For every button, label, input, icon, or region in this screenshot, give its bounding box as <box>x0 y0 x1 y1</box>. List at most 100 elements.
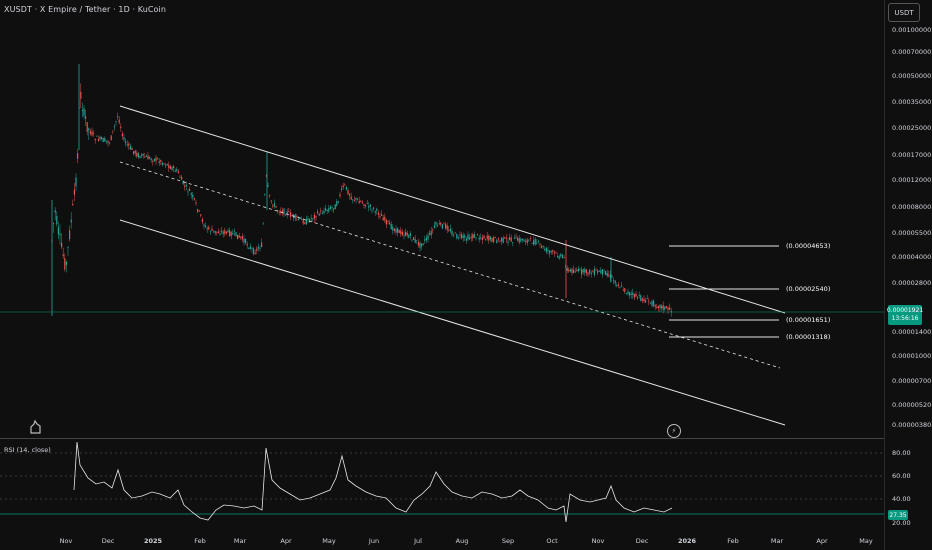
candle-body <box>235 232 237 237</box>
price-tick-label: 0.00070000 <box>892 48 932 56</box>
channel-upper-line <box>119 105 786 314</box>
candle-body <box>475 237 477 239</box>
candle-body <box>117 116 119 118</box>
candle-body <box>616 285 618 286</box>
tradingview-logo-icon[interactable] <box>28 418 46 436</box>
candle-body <box>160 160 162 162</box>
candle-body <box>622 289 624 291</box>
candle-body <box>240 236 242 238</box>
candle-body <box>624 288 626 292</box>
candle-body <box>285 214 287 216</box>
candle-body <box>469 237 471 240</box>
price-chart-canvas[interactable] <box>0 0 932 550</box>
candle-body <box>171 166 173 171</box>
current-price-tag: 0.00001921 13:56:16 <box>887 305 923 325</box>
candle-body <box>339 194 341 197</box>
candle-body <box>587 272 589 275</box>
lightning-icon[interactable]: ⚡ <box>667 424 681 438</box>
candle-body <box>158 161 160 164</box>
candle-body <box>363 204 365 206</box>
candle-body <box>313 214 315 219</box>
candle-body <box>118 119 120 123</box>
candle-body <box>384 216 386 221</box>
candle-body <box>361 202 363 204</box>
candle-body <box>465 238 467 241</box>
candle-body <box>413 237 415 240</box>
candle-body <box>446 225 448 230</box>
candle-body <box>555 251 557 253</box>
candle-body <box>617 284 619 286</box>
candle-body <box>582 269 584 273</box>
candle-body <box>405 231 407 236</box>
candle-body <box>126 143 128 145</box>
candle-body <box>569 269 571 272</box>
candle-body <box>121 133 123 137</box>
candle-body <box>424 239 426 241</box>
price-tick-label: 0.00000700 <box>892 377 932 385</box>
candle-body <box>253 248 255 255</box>
candle-body <box>521 238 523 240</box>
candle-body <box>326 209 328 211</box>
time-tick-label: Nov <box>591 537 605 545</box>
candle-body <box>513 238 515 239</box>
candle-body <box>661 305 663 309</box>
time-tick-label: Sep <box>501 537 515 545</box>
candle-body <box>630 293 632 295</box>
candle-body <box>547 250 549 251</box>
currency-button[interactable]: USDT <box>888 3 920 22</box>
candle-body <box>123 137 125 140</box>
candle-body <box>133 151 135 154</box>
candle-body <box>75 177 77 187</box>
candle-body <box>373 207 375 209</box>
candle-body <box>454 232 456 234</box>
rsi-line <box>73 441 673 523</box>
candle-body <box>597 270 599 273</box>
candle-body <box>275 205 277 208</box>
candle-body <box>56 216 58 225</box>
candle-body <box>193 198 195 200</box>
candle-body <box>176 169 178 171</box>
candle-body <box>152 161 154 163</box>
candle-body <box>497 238 499 240</box>
candle-body <box>440 222 442 225</box>
candle-body <box>448 230 450 231</box>
candle-body <box>507 241 509 243</box>
candle-body <box>429 233 431 235</box>
price-tick-label: 0.00001000 <box>892 352 932 360</box>
time-tick-label: Feb <box>727 537 739 545</box>
candle-body <box>166 163 168 166</box>
candle-body <box>366 202 368 204</box>
price-tick-label: 0.00025000 <box>892 124 932 132</box>
candle-body <box>248 248 250 249</box>
candle-body <box>109 142 111 144</box>
candle-body <box>224 230 226 234</box>
pane-divider[interactable] <box>0 438 884 439</box>
candle-body <box>237 234 239 240</box>
candle-body <box>369 204 371 207</box>
candle-body <box>104 138 106 142</box>
candle-body <box>110 135 112 141</box>
candle-body <box>552 250 554 252</box>
candle-body <box>200 214 202 216</box>
time-tick-label: 2025 <box>143 537 163 545</box>
candle-body <box>489 236 491 240</box>
candle-body <box>318 213 320 216</box>
candle-body <box>73 189 75 195</box>
candle-body <box>438 223 440 225</box>
candle-body <box>456 233 458 239</box>
price-tick-label: 0.00008000 <box>892 203 932 211</box>
candle-body <box>374 211 376 213</box>
candle-body <box>197 209 199 212</box>
candle-body <box>568 269 570 272</box>
candle-body <box>477 234 479 235</box>
candle-body <box>350 196 352 200</box>
candle-body <box>61 242 63 248</box>
rsi-title[interactable]: RSI (14, close) <box>4 446 51 454</box>
time-tick-label: Feb <box>194 537 206 545</box>
price-tick-label: 0.00001400 <box>892 328 932 336</box>
candle-body <box>208 227 210 230</box>
candle-body <box>261 242 263 248</box>
candle-body <box>328 208 330 212</box>
candle-body <box>89 131 91 134</box>
chart-root[interactable]: XUSDT · X Empire / Tether · 1D · KuCoin … <box>0 0 932 550</box>
